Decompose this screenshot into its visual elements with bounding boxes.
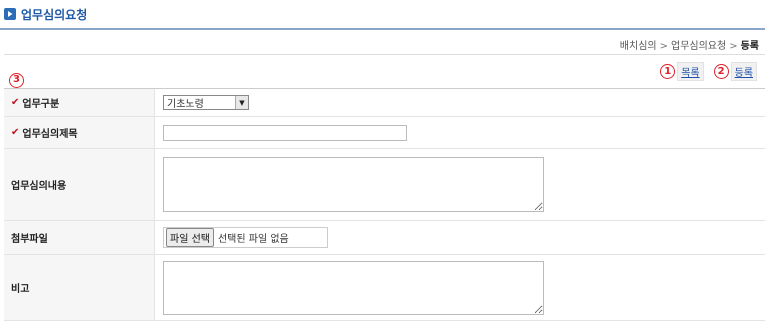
chevron-down-icon[interactable]: ▼ bbox=[235, 96, 248, 109]
register-action: 2 등록 bbox=[713, 62, 757, 81]
form-value-cell bbox=[155, 117, 765, 148]
play-arrow-icon bbox=[4, 8, 16, 20]
subject-input[interactable] bbox=[163, 124, 407, 141]
list-button[interactable]: 목록 bbox=[677, 62, 704, 81]
form-label-cell: 업무심의내용 bbox=[4, 149, 155, 220]
register-button[interactable]: 등록 bbox=[730, 62, 757, 81]
page-title: 업무심의요청 bbox=[21, 7, 88, 22]
content-label: 업무심의내용 bbox=[11, 181, 67, 192]
attachment-label: 첨부파일 bbox=[11, 234, 48, 245]
form-value-cell bbox=[155, 149, 765, 220]
file-input: 파일 선택 선택된 파일 없음 bbox=[163, 227, 328, 248]
required-check-icon: ✔ bbox=[11, 97, 20, 108]
file-select-button[interactable]: 파일 선택 bbox=[166, 228, 214, 247]
annotation-number: 2 bbox=[713, 64, 729, 79]
breadcrumb-item[interactable]: 업무심의요청 bbox=[671, 41, 726, 52]
action-buttons: 1 목록 2 등록 bbox=[660, 62, 757, 81]
breadcrumb-current: 등록 bbox=[740, 41, 759, 52]
form-row-content: 업무심의내용 bbox=[4, 149, 765, 221]
form-value-cell: 파일 선택 선택된 파일 없음 bbox=[155, 221, 765, 254]
title-divider bbox=[0, 28, 765, 30]
type-label: 업무구분 bbox=[22, 99, 60, 110]
breadcrumb-item[interactable]: 배치심의 bbox=[620, 41, 657, 52]
form-row-type: ✔ 업무구분 기초노령 ▼ bbox=[4, 89, 765, 117]
breadcrumb: 배치심의 > 업무심의요청 > 등록 bbox=[620, 37, 759, 52]
form-value-cell bbox=[155, 255, 765, 320]
request-form: ✔ 업무구분 기초노령 ▼ ✔ 업무심의제목 업무심의내용 첨부파일 파일 선택… bbox=[4, 88, 765, 321]
type-select-value: 기초노령 bbox=[167, 99, 204, 110]
form-row-note: 비고 bbox=[4, 255, 765, 321]
annotation-marker-3: 3 bbox=[9, 72, 24, 88]
form-value-cell: 기초노령 ▼ bbox=[155, 89, 765, 116]
annotation-number: 1 bbox=[660, 64, 676, 79]
breadcrumb-separator: > bbox=[659, 41, 668, 52]
required-check-icon: ✔ bbox=[11, 127, 20, 138]
form-label-cell: 비고 bbox=[4, 255, 155, 320]
breadcrumb-divider bbox=[4, 54, 765, 55]
form-label-cell: ✔ 업무구분 bbox=[4, 89, 155, 116]
subject-label: 업무심의제목 bbox=[22, 129, 78, 140]
breadcrumb-separator: > bbox=[729, 41, 738, 52]
form-label-cell: ✔ 업무심의제목 bbox=[4, 117, 155, 148]
form-row-subject: ✔ 업무심의제목 bbox=[4, 117, 765, 149]
page-header: 업무심의요청 bbox=[4, 6, 87, 22]
annotation-number: 3 bbox=[9, 72, 24, 88]
content-textarea[interactable] bbox=[163, 157, 544, 212]
type-select[interactable]: 기초노령 ▼ bbox=[163, 95, 249, 110]
form-row-attachment: 첨부파일 파일 선택 선택된 파일 없음 bbox=[4, 221, 765, 255]
file-status-text: 선택된 파일 없음 bbox=[217, 234, 289, 245]
form-label-cell: 첨부파일 bbox=[4, 221, 155, 254]
note-label: 비고 bbox=[11, 284, 30, 295]
list-action: 1 목록 bbox=[660, 62, 704, 81]
note-textarea[interactable] bbox=[163, 260, 544, 315]
